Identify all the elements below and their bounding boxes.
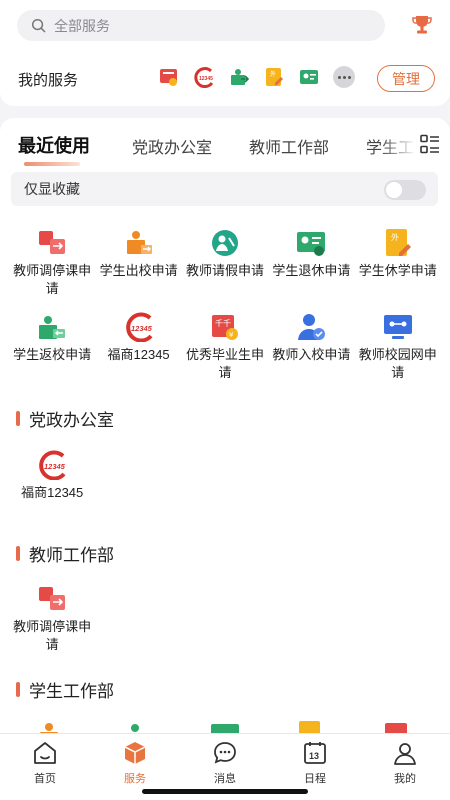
service-item[interactable]: 教师入校申请 — [268, 312, 354, 396]
svg-text:12345: 12345 — [44, 462, 66, 471]
section-grid: 12345 福商12345 — [9, 450, 441, 534]
service-label: 学生退休申请 — [272, 263, 351, 278]
section-title-text: 学生工作部 — [29, 682, 114, 701]
favorites-only-toggle[interactable] — [384, 180, 426, 200]
calendar-day: 13 — [309, 751, 319, 761]
svg-text:¥: ¥ — [229, 331, 234, 339]
home-icon — [34, 742, 56, 764]
tab-profile[interactable]: 我的 — [360, 740, 450, 786]
certificate-icon[interactable] — [158, 66, 180, 88]
favorites-only-label: 仅显收藏 — [24, 181, 80, 197]
return-school-icon[interactable] — [228, 66, 250, 88]
section-grid: 教师调停课申请 — [9, 584, 441, 668]
service-item[interactable]: 12345 福商12345 — [95, 312, 181, 396]
profile-icon — [394, 743, 416, 765]
search-icon — [31, 18, 46, 33]
service-item[interactable]: 千千 ¥ 优秀毕业生申请 — [182, 312, 268, 396]
section-title: 党政办公室 — [16, 406, 114, 431]
message-icon — [214, 742, 236, 764]
tab-messages[interactable]: 消息 — [180, 740, 270, 786]
recent-grid: 教师调停课申请 学生出校申请 教师请假申请 学生退休申请 外 学生休学申请 学生… — [9, 228, 441, 396]
service-item[interactable]: 教师请假申请 — [182, 228, 268, 312]
service-item[interactable]: 教师调停课申请 — [9, 584, 95, 668]
tab-label: 日程 — [304, 773, 326, 785]
teacher-entry-icon — [298, 314, 326, 340]
search-bar[interactable]: 全部服务 — [17, 10, 385, 41]
teacher-swap-icon — [39, 587, 66, 610]
tab-teacher-dept[interactable]: 教师工作部 — [249, 134, 329, 158]
manage-button[interactable]: 管理 — [377, 65, 435, 92]
teacher-swap-icon — [39, 231, 66, 254]
service-item[interactable]: 学生退休申请 — [268, 228, 354, 312]
service-item[interactable]: 外 学生休学申请 — [355, 228, 441, 312]
svg-text:12345: 12345 — [131, 324, 153, 333]
fushang-12345-icon[interactable]: 12345 — [193, 66, 215, 88]
my-services-title: 我的服务 — [18, 72, 79, 89]
service-label: 学生休学申请 — [358, 263, 437, 278]
tab-label: 我的 — [394, 773, 416, 785]
withdraw-icon[interactable] — [298, 66, 320, 88]
tab-label: 消息 — [214, 773, 236, 785]
teacher-leave-icon — [211, 230, 238, 256]
tab-service[interactable]: 服务 — [90, 740, 180, 786]
service-label: 教师入校申请 — [272, 347, 351, 362]
section-title: 教师工作部 — [16, 541, 114, 566]
svg-text:外: 外 — [391, 232, 399, 242]
tab-party-office[interactable]: 党政办公室 — [132, 134, 212, 158]
suspension-icon[interactable]: 外 — [263, 66, 285, 88]
section-title-text: 党政办公室 — [29, 411, 114, 430]
list-view-icon[interactable] — [420, 134, 440, 154]
service-label: 学生返校申请 — [13, 347, 92, 362]
graduate-award-icon: 千千 ¥ — [211, 315, 238, 340]
service-item[interactable]: 教师调停课申请 — [9, 228, 95, 312]
fushang-12345-icon: 12345 — [125, 312, 153, 342]
search-placeholder: 全部服务 — [54, 17, 110, 34]
svg-text:外: 外 — [270, 70, 276, 78]
service-label: 福商12345 — [21, 485, 84, 500]
my-services-icons: 12345 外 — [158, 66, 355, 88]
service-item[interactable]: 学生出校申请 — [95, 228, 181, 312]
tab-recent[interactable]: 最近使用 — [18, 134, 90, 158]
service-label: 教师调停课申请 — [13, 263, 92, 296]
service-label: 教师请假申请 — [185, 263, 264, 278]
top-card: 全部服务 我的服务 12345 外 管理 — [0, 0, 450, 106]
tabs-fade — [380, 130, 416, 160]
service-item[interactable]: 学生返校申请 — [9, 312, 95, 396]
tab-schedule[interactable]: 13 日程 — [270, 740, 360, 786]
fushang-12345-icon: 12345 — [39, 450, 66, 480]
trophy-icon[interactable] — [412, 14, 432, 36]
service-box-icon — [124, 742, 146, 764]
home-indicator — [142, 789, 308, 794]
section-title-text: 教师工作部 — [29, 546, 114, 565]
section-title: 学生工作部 — [16, 677, 114, 702]
service-label: 教师调停课申请 — [13, 619, 92, 652]
campus-network-icon — [383, 315, 412, 339]
service-label: 学生出校申请 — [99, 263, 178, 278]
service-item[interactable]: 教师校园网申请 — [355, 312, 441, 396]
student-withdraw-icon — [297, 232, 326, 256]
tab-label: 首页 — [34, 773, 56, 785]
favorites-only-row: 仅显收藏 — [11, 172, 438, 206]
svg-text:千千: 千千 — [215, 318, 231, 328]
active-tab-indicator — [24, 162, 80, 166]
tab-label: 服务 — [124, 773, 146, 785]
service-label: 优秀毕业生申请 — [185, 347, 264, 380]
tab-home[interactable]: 首页 — [0, 740, 90, 786]
service-list-card: 最近使用 党政办公室 教师工作部 学生工 仅显收藏 教师调停课申请 — [0, 118, 450, 738]
service-item[interactable]: 12345 福商12345 — [9, 450, 95, 534]
more-icon[interactable] — [333, 66, 355, 88]
student-return-icon — [39, 316, 66, 339]
student-exit-icon — [126, 231, 152, 254]
student-suspension-icon: 外 — [385, 229, 411, 256]
svg-text:12345: 12345 — [199, 76, 213, 82]
service-label: 教师校园网申请 — [358, 347, 437, 380]
calendar-icon: 13 — [304, 742, 326, 764]
service-label: 福商12345 — [107, 347, 170, 362]
